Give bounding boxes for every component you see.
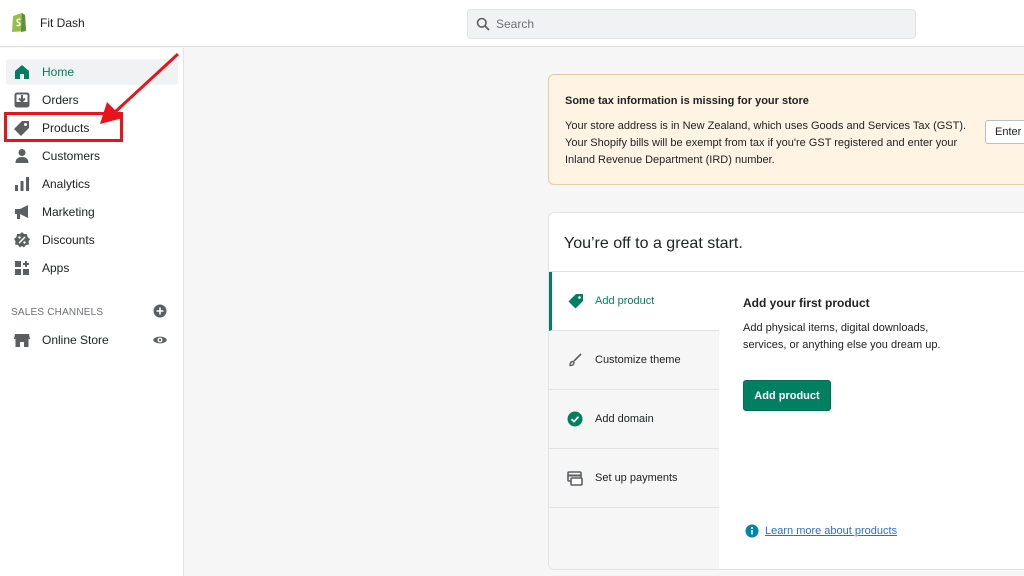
add-circle-icon[interactable] [153, 304, 167, 318]
tab-label: Add product [595, 295, 655, 307]
sidebar-item-label: Customers [42, 149, 101, 163]
panel-title: Add your first product [743, 296, 870, 310]
store-name[interactable]: Fit Dash [40, 16, 85, 30]
info-icon [745, 524, 759, 538]
tabs-filler [549, 508, 719, 569]
sales-channels-title: SALES CHANNELS [11, 307, 104, 318]
sidebar-item-label: Marketing [42, 205, 95, 219]
eye-icon[interactable] [152, 333, 168, 347]
enter-ird-button[interactable]: Enter I [985, 120, 1024, 144]
tab-add-domain[interactable]: Add domain [549, 390, 719, 449]
panel-text: Add physical items, digital downloads, s… [743, 322, 941, 351]
search-icon [476, 17, 490, 31]
tax-banner: Some tax information is missing for your… [548, 74, 1024, 185]
tab-label: Set up payments [595, 472, 678, 484]
sidebar-item-marketing[interactable]: Marketing [6, 199, 178, 225]
add-product-button[interactable]: Add product [743, 380, 831, 411]
sidebar-item-customers[interactable]: Customers [6, 143, 178, 169]
sidebar-item-label: Discounts [42, 233, 95, 247]
home-icon [15, 65, 29, 79]
product-illustration [1003, 295, 1024, 375]
sidebar-item-apps[interactable]: Apps [6, 255, 178, 281]
apps-icon [15, 261, 29, 275]
orders-icon [14, 92, 30, 108]
learn-more-link[interactable]: Learn more about products [765, 525, 897, 537]
discount-icon [14, 232, 30, 248]
tab-customize-theme[interactable]: Customize theme [549, 331, 719, 390]
setup-card: You’re off to a great start. Add product… [548, 212, 1024, 570]
top-bar: Fit Dash [0, 0, 1024, 47]
sidebar-item-online-store[interactable]: Online Store [6, 327, 146, 353]
sidebar-item-discounts[interactable]: Discounts [6, 227, 178, 253]
sidebar-item-label: Online Store [42, 333, 109, 347]
check-circle-icon [567, 411, 583, 427]
sidebar-item-label: Apps [42, 261, 70, 275]
payments-icon [567, 471, 583, 486]
sidebar-item-analytics[interactable]: Analytics [6, 171, 178, 197]
sidebar-item-label: Home [42, 65, 75, 79]
bar-chart-icon [15, 177, 29, 191]
brush-icon [569, 353, 582, 367]
shopify-logo[interactable] [10, 11, 28, 33]
setup-tabs: Add product Customize theme Add domain S… [549, 272, 719, 569]
tab-label: Add domain [595, 413, 654, 425]
search-input[interactable] [496, 15, 896, 33]
sidebar-item-label: Analytics [42, 177, 91, 191]
store-icon [14, 334, 30, 347]
banner-text: Your store address is in New Zealand, wh… [565, 120, 967, 166]
sidebar-item-label: Orders [42, 93, 79, 107]
search-bar[interactable] [467, 9, 916, 39]
tab-label: Customize theme [595, 354, 681, 366]
megaphone-icon [15, 205, 28, 219]
banner-title: Some tax information is missing for your… [565, 95, 809, 107]
tab-set-up-payments[interactable]: Set up payments [549, 449, 719, 508]
tag-icon [568, 294, 583, 309]
person-icon [15, 149, 29, 163]
annotation-arrow [100, 52, 180, 124]
tab-add-product[interactable]: Add product [549, 272, 719, 331]
setup-card-title: You’re off to a great start. [564, 235, 743, 252]
